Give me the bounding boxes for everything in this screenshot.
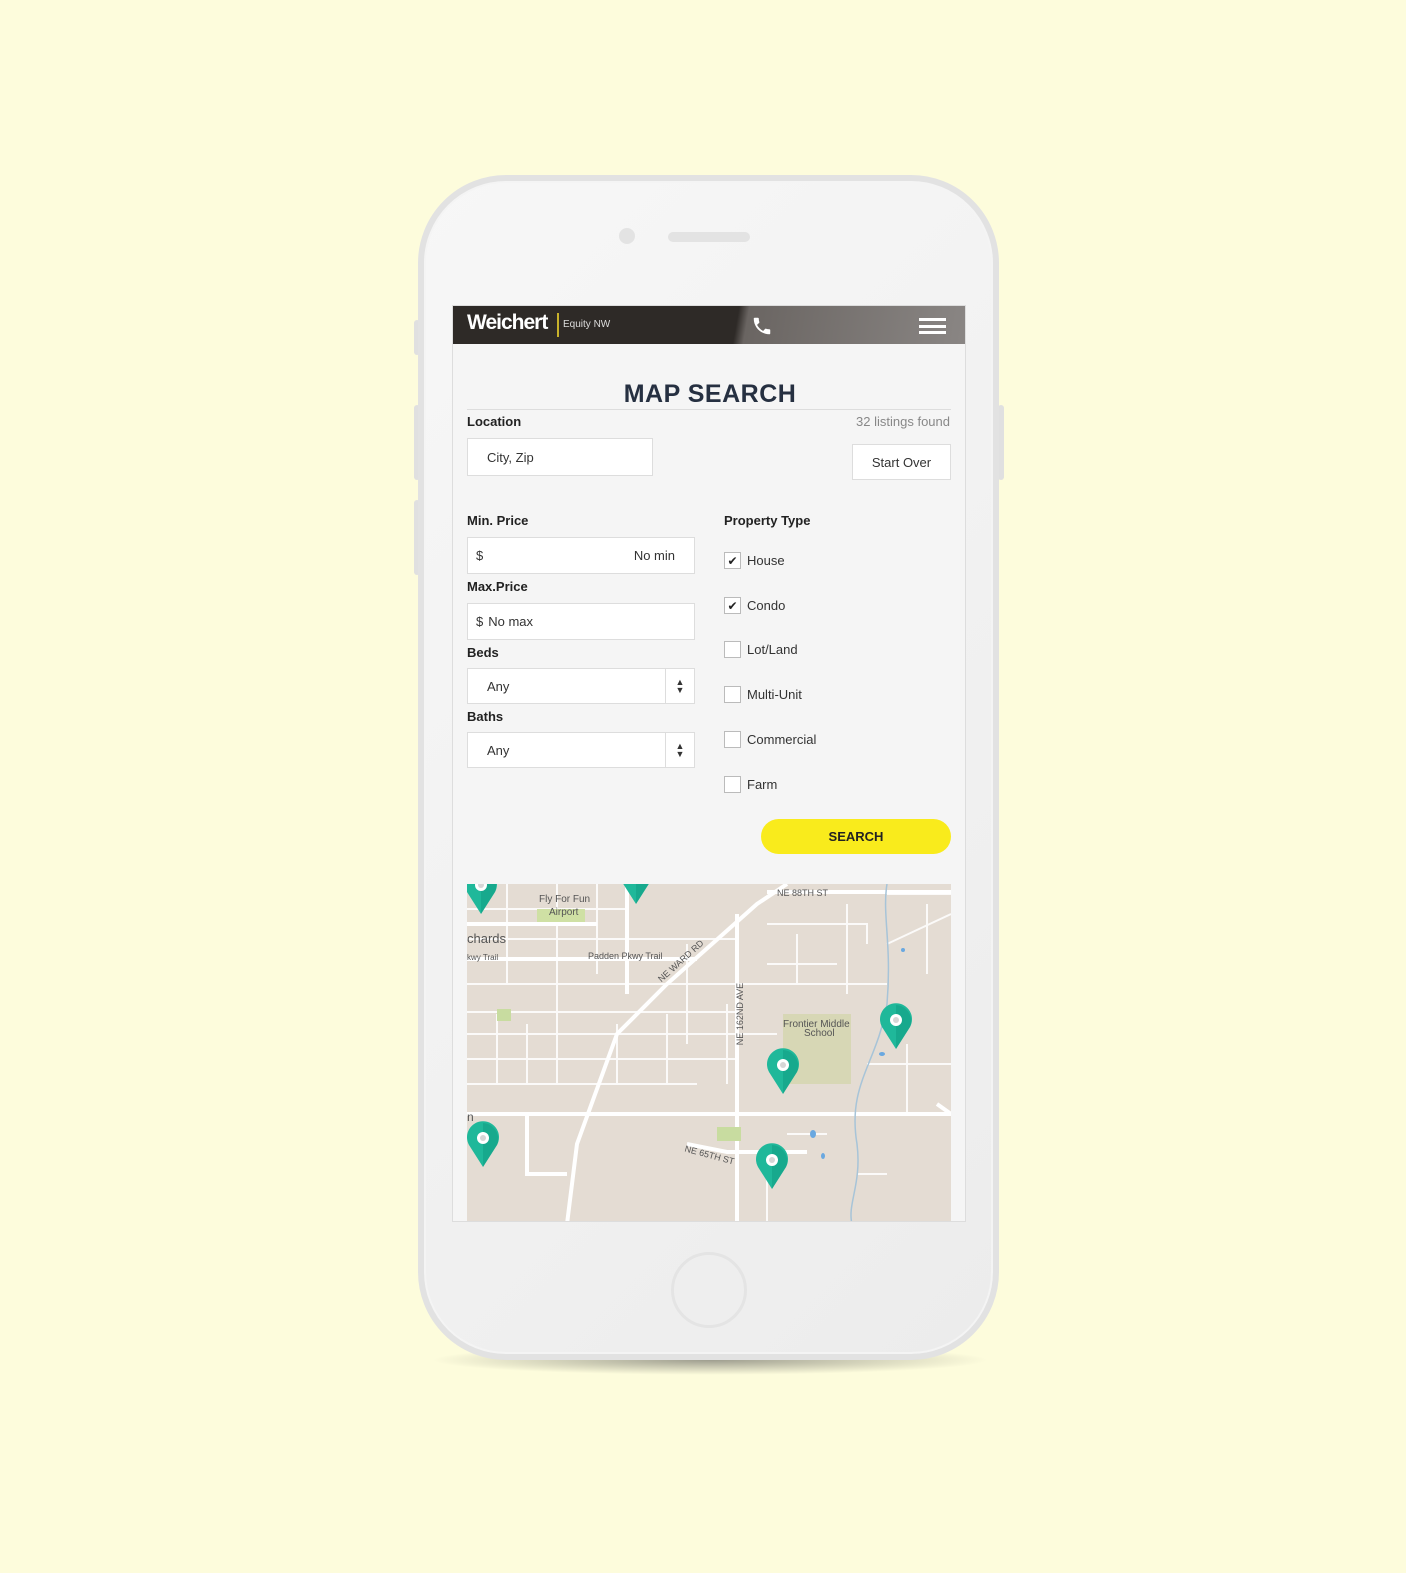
property-type-checkbox[interactable]: Lot/Land [724,641,798,658]
map-label: n [467,1110,474,1124]
unchecked-checkbox-icon[interactable] [724,776,741,793]
baths-value: Any [487,742,510,758]
unchecked-checkbox-icon[interactable] [724,731,741,748]
beds-label: Beds [467,645,499,660]
logo-divider [557,313,559,337]
property-type-option-label: Multi-Unit [747,687,802,702]
pond [821,1153,825,1159]
property-type-label: Property Type [724,513,811,528]
min-price-placeholder: No min [633,548,675,563]
location-placeholder: City, Zip [487,449,534,465]
listings-count: 32 listings found [856,414,950,429]
site-header: Weichert Equity NW [453,306,965,344]
min-price-input[interactable]: $ No min [467,537,695,574]
sort-arrows-icon: ▲ ▼ [665,733,694,767]
beds-select[interactable]: Any ▲ ▼ [467,668,695,704]
title-divider [467,409,951,410]
map-label: kwy Trail [467,953,499,962]
brand-logo[interactable]: Weichert [467,311,548,335]
property-type-checkbox[interactable]: ✔ House [724,552,785,569]
page-title: MAP SEARCH [623,380,797,408]
listing-pin-icon[interactable] [756,1143,788,1189]
sort-arrows-icon: ▲ ▼ [665,669,694,703]
pond [810,1130,816,1138]
listing-pin-icon[interactable] [767,1048,799,1094]
map-label: chards [467,931,507,946]
max-price-label: Max.Price [467,579,528,594]
phone-icon[interactable] [751,315,773,337]
earpiece-speaker [668,232,750,242]
property-type-option-label: Condo [747,598,786,613]
max-price-placeholder: No max [488,614,534,629]
checked-checkbox-icon[interactable]: ✔ [724,597,741,614]
baths-select[interactable]: Any ▲ ▼ [467,732,695,768]
park-area [497,1009,511,1021]
property-type-option-label: Lot/Land [747,642,798,657]
beds-value: Any [487,678,510,694]
currency-prefix: $ [476,614,484,629]
front-camera [619,228,635,244]
map[interactable]: Fly For Fun Airport chards kwy Trail Pad… [467,884,951,1221]
map-label: NE 162ND AVE [735,982,746,1046]
baths-label: Baths [467,709,504,724]
property-type-checkbox[interactable]: ✔ Condo [724,597,785,614]
start-over-button[interactable]: Start Over [852,444,951,480]
property-type-checkbox[interactable]: Commercial [724,731,816,748]
property-type-option-label: House [747,553,785,568]
listing-pin-icon[interactable] [620,884,652,904]
min-price-label: Min. Price [467,513,529,528]
map-label: Airport [549,907,579,918]
park-area [717,1127,741,1141]
location-input[interactable]: City, Zip [467,438,653,476]
property-type-checkbox[interactable]: Farm [724,776,777,793]
map-label: Padden Pkwy Trail [588,951,663,961]
currency-prefix: $ [476,548,484,563]
location-label: Location [467,414,522,429]
map-label: Fly For Fun [539,894,591,905]
phone-screen: Weichert Equity NW MAP SEARCH Location 3… [452,305,966,1222]
max-price-input[interactable]: $ No max [467,603,695,640]
search-button[interactable]: SEARCH [761,819,951,854]
checked-checkbox-icon[interactable]: ✔ [724,552,741,569]
listing-pin-icon[interactable] [880,1003,912,1049]
property-type-checkbox[interactable]: Multi-Unit [724,686,802,703]
hamburger-menu-icon[interactable] [919,318,946,334]
unchecked-checkbox-icon[interactable] [724,686,741,703]
brand-sub: Equity NW [563,319,611,330]
unchecked-checkbox-icon[interactable] [724,641,741,658]
pond [901,948,905,952]
listing-pin-icon[interactable] [467,1121,499,1167]
map-label: School [804,1028,835,1039]
property-type-option-label: Commercial [747,732,817,747]
map-label: NE 88TH ST [777,888,829,898]
property-type-option-label: Farm [747,777,778,792]
map-roads [467,884,951,1221]
pond [879,1052,885,1056]
home-button[interactable] [671,1252,747,1328]
